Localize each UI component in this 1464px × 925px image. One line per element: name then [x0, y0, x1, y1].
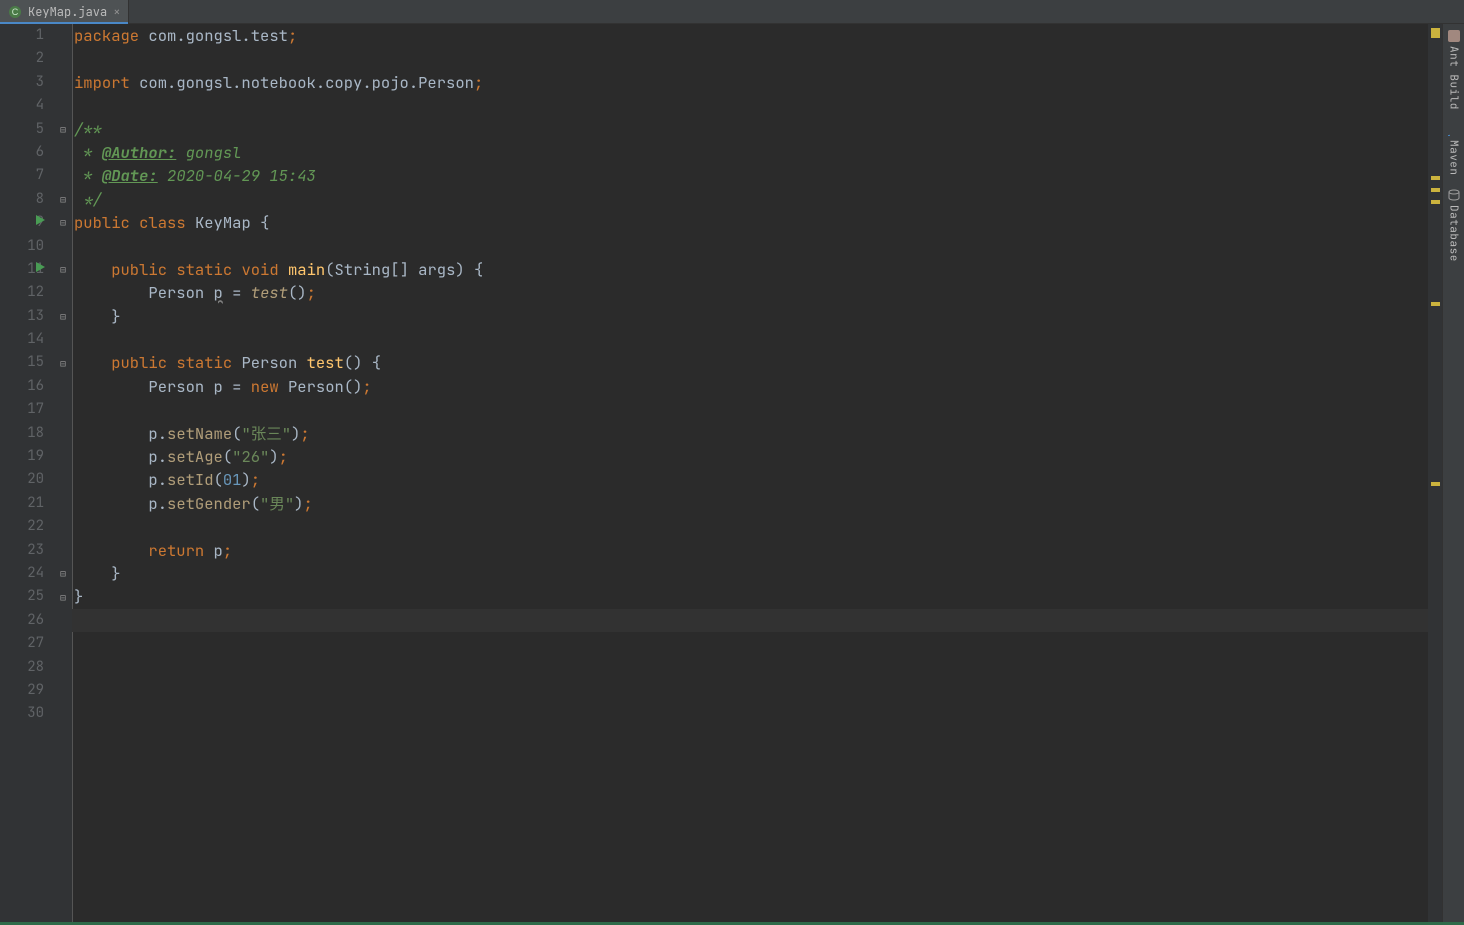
fold-close-icon[interactable]: ⊟	[60, 567, 66, 580]
warning-marker[interactable]	[1431, 176, 1440, 180]
java-class-icon: C	[8, 5, 22, 19]
code-area[interactable]: package com.gongsl.test; import com.gong…	[72, 24, 1428, 922]
editor-main: 1 2 3 4 5 6 7 8 9 10 11 12 13 14 15 16 1…	[0, 24, 1464, 922]
database-icon	[1448, 189, 1460, 201]
editor-tab-label: KeyMap.java	[28, 4, 107, 20]
editor-tabbar: C KeyMap.java ×	[0, 0, 1464, 24]
fold-close-icon[interactable]: ⊟	[60, 193, 66, 206]
fold-close-icon[interactable]: ⊟	[60, 310, 66, 323]
tool-ant[interactable]: Ant Build	[1447, 30, 1461, 110]
run-main-icon[interactable]	[34, 261, 46, 273]
tool-database[interactable]: Database	[1447, 189, 1461, 262]
right-tool-strip: Ant Build m Maven Database	[1442, 24, 1464, 922]
close-icon[interactable]: ×	[113, 4, 120, 20]
warning-marker[interactable]	[1431, 188, 1440, 192]
error-stripe[interactable]	[1428, 24, 1442, 922]
warning-marker[interactable]	[1431, 200, 1440, 204]
ant-icon	[1448, 30, 1460, 42]
line-number-gutter: 1 2 3 4 5 6 7 8 9 10 11 12 13 14 15 16 1…	[0, 24, 54, 922]
gutter-icon-strip: ⊟ ⊟ ⊟ ⊟ ⊟ ⊟ ⊟ ⊟	[54, 24, 72, 922]
svg-text:C: C	[12, 7, 19, 17]
fold-open-icon[interactable]: ⊟	[60, 263, 66, 276]
warning-marker[interactable]	[1431, 302, 1440, 306]
fold-close-icon[interactable]: ⊟	[60, 591, 66, 604]
ide-root: C KeyMap.java × 1 2 3 4 5 6 7 8 9 10 11 …	[0, 0, 1464, 925]
tool-maven[interactable]: m Maven	[1447, 124, 1461, 176]
fold-open-icon[interactable]: ⊟	[60, 123, 66, 136]
svg-text:m: m	[1448, 134, 1454, 136]
overall-status-marker	[1431, 28, 1440, 38]
run-class-icon[interactable]	[34, 214, 46, 226]
fold-open-icon[interactable]: ⊟	[60, 216, 66, 229]
warning-marker[interactable]	[1431, 482, 1440, 486]
fold-open-icon[interactable]: ⊟	[60, 357, 66, 370]
editor-tab[interactable]: C KeyMap.java ×	[0, 0, 129, 23]
code-editor[interactable]: 1 2 3 4 5 6 7 8 9 10 11 12 13 14 15 16 1…	[0, 24, 1442, 922]
maven-icon: m	[1448, 124, 1460, 136]
